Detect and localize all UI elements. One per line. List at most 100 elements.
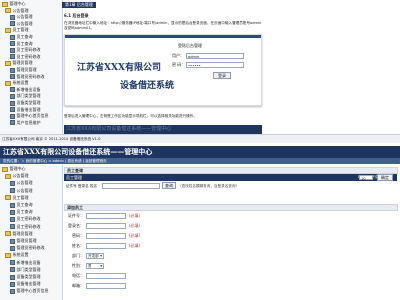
user-input-value: admin bbox=[188, 55, 200, 59]
tree-node-16[interactable]: 设备类型管理 bbox=[0, 274, 41, 280]
tree-node-label: 设备借出管理 bbox=[16, 106, 41, 112]
folder-icon bbox=[5, 173, 11, 179]
tree-node-label: 员工查询 bbox=[16, 202, 33, 207]
tree-node-14[interactable]: 新增借出设备 bbox=[0, 87, 41, 93]
password-input[interactable]: •••••• bbox=[186, 62, 244, 68]
tree-node-17[interactable]: 设备借出管理 bbox=[0, 281, 41, 287]
form-label-7: 电话： bbox=[72, 273, 84, 278]
tree-node-10[interactable]: 管理员管理 bbox=[0, 60, 33, 66]
system-name: 设备借还系统 bbox=[120, 81, 175, 91]
top-content: 6.1 后台登录 在浏览器地址栏中输入地址：http://服务器IP地址:端口号… bbox=[64, 10, 262, 134]
tree-node-12[interactable]: 管理员密码修改 bbox=[0, 74, 45, 80]
tree-node-4[interactable]: 公告管理 bbox=[0, 21, 33, 27]
tree-node-8[interactable]: 员工密码修改 bbox=[0, 216, 41, 222]
page-icon bbox=[10, 93, 15, 99]
query-panel-title: 员工查询 bbox=[64, 167, 398, 174]
tree-node-19[interactable]: 用户信息维护 bbox=[0, 120, 41, 126]
tree-node-1[interactable]: 管理中心 bbox=[0, 1, 26, 7]
tree-node-label: 管理员管理 bbox=[16, 67, 37, 72]
tree-node-4[interactable]: 公告管理 bbox=[0, 188, 33, 194]
user-input[interactable]: admin bbox=[186, 53, 244, 59]
form-input-7[interactable] bbox=[86, 273, 126, 279]
add-form: 证件号： (必填) 登录名： (必填) 密码： (必填) 姓名： (必填) 部门： 开发部 ▾ 性别：… bbox=[64, 211, 397, 300]
chevron-down-icon: ▾ bbox=[100, 254, 102, 258]
tree-node-5[interactable]: 员工管理 bbox=[0, 195, 29, 201]
page-icon bbox=[10, 120, 15, 126]
login-button[interactable]: 登录 bbox=[213, 72, 231, 79]
tree-node-18[interactable]: 管理中心首页信息 bbox=[0, 113, 49, 119]
tree-node-16[interactable]: 设备类型管理 bbox=[0, 100, 41, 106]
page-icon bbox=[10, 74, 15, 80]
breadcrumb[interactable]: 您的位置：＞ 我的管理中心 > admin | 退出系统 | 返回管理首页 bbox=[3, 158, 107, 164]
page-icon bbox=[10, 216, 15, 222]
tree-node-label: 系统设置 bbox=[12, 252, 29, 258]
form-input-2[interactable] bbox=[86, 223, 126, 229]
chevron-down-icon: ▾ bbox=[100, 264, 102, 268]
form-input-3[interactable] bbox=[86, 233, 126, 239]
tree-node-9[interactable]: 员工密码修改 bbox=[0, 54, 41, 60]
page-icon bbox=[10, 41, 15, 47]
tree-node-2[interactable]: 公告管理 bbox=[0, 8, 29, 14]
tree-node-label: 员工管理 bbox=[12, 27, 29, 33]
tree-node-3[interactable]: 公告管理 bbox=[0, 14, 33, 20]
query-input[interactable] bbox=[102, 183, 160, 189]
form-select-5[interactable]: 开发部 ▾ bbox=[86, 253, 104, 259]
tree-node-12[interactable]: 管理员密码修改 bbox=[0, 245, 45, 251]
tree-node-10[interactable]: 管理员管理 bbox=[0, 231, 33, 237]
tree-node-8[interactable]: 员工密码修改 bbox=[0, 47, 41, 53]
tree-node-label: 管理中心首页信息 bbox=[16, 113, 49, 119]
top-footer: 江苏省XXX有限公司 南京 © 2011-2015 设备借还系统 V1.0 bbox=[0, 134, 400, 143]
tree-node-label: 管理员密码修改 bbox=[16, 73, 45, 79]
tree-node-label: 管理中心首页信息 bbox=[16, 288, 49, 294]
page-icon bbox=[10, 87, 15, 93]
add-panel-title: 添加员工 bbox=[64, 204, 398, 211]
tree-node-label: 管理中心 bbox=[9, 166, 26, 171]
form-label-4: 姓名： bbox=[72, 243, 84, 248]
section-title: 6.1 后台登录 bbox=[64, 13, 89, 18]
tree-node-1[interactable]: 管理中心 bbox=[0, 166, 26, 172]
top-tab[interactable]: 第1章 后台管理 bbox=[62, 2, 96, 8]
tree-node-label: 管理员管理 bbox=[12, 60, 33, 66]
tree-node-6[interactable]: 员工查询 bbox=[0, 34, 33, 40]
tree-node-label: 部门类型管理 bbox=[16, 93, 41, 99]
tree-node-15[interactable]: 部门类型管理 bbox=[0, 93, 41, 99]
page-size-confirm-button[interactable]: 确定 bbox=[377, 174, 393, 181]
query-label: 证件号 登录名 姓名 bbox=[66, 184, 98, 188]
header-bar: 江苏省XXX有限公司设备借还系统——管理中心 bbox=[0, 146, 400, 158]
tree-node-17[interactable]: 设备借出管理 bbox=[0, 107, 41, 113]
tree-node-7[interactable]: 员工查询 bbox=[0, 209, 33, 215]
page-icon bbox=[10, 21, 15, 27]
query-hint: （查找姓名模糊查询，及登录名查询） bbox=[178, 184, 240, 188]
user-label: 用户： bbox=[172, 53, 184, 58]
tree-node-18[interactable]: 管理中心首页信息 bbox=[0, 288, 49, 294]
page-icon bbox=[10, 100, 15, 106]
form-select-6[interactable]: 男 ▾ bbox=[86, 263, 104, 269]
page-size-input[interactable]: 10 bbox=[359, 175, 373, 181]
folder-icon bbox=[5, 231, 11, 237]
tree-node-3[interactable]: 公告管理 bbox=[0, 180, 33, 186]
page-size-value: 10 bbox=[361, 177, 366, 181]
form-input-8[interactable] bbox=[86, 283, 126, 289]
tree-node-11[interactable]: 管理员管理 bbox=[0, 238, 37, 244]
folder-icon bbox=[5, 8, 11, 14]
tree-node-2[interactable]: 公告管理 bbox=[0, 173, 29, 179]
tree-node-15[interactable]: 部门类型管理 bbox=[0, 267, 41, 273]
tree-node-7[interactable]: 员工查询 bbox=[0, 41, 33, 47]
folder-icon bbox=[2, 166, 8, 172]
tree-node-5[interactable]: 员工管理 bbox=[0, 27, 29, 33]
query-button[interactable]: 查询 bbox=[162, 182, 176, 189]
page-icon bbox=[10, 260, 15, 266]
tree-node-14[interactable]: 新增借出设备 bbox=[0, 260, 41, 266]
tree-node-label: 员工密码修改 bbox=[16, 47, 41, 53]
tree-node-label: 管理员密码修改 bbox=[16, 245, 45, 251]
caption: 登录后进入管理中心，左侧是工作区功能显示导航栏，可以选择相关功能进行操作。 bbox=[64, 114, 197, 118]
tree-node-9[interactable]: 员工密码修改 bbox=[0, 224, 41, 230]
form-input-4[interactable] bbox=[86, 243, 126, 249]
tree-node-11[interactable]: 管理员管理 bbox=[0, 67, 37, 73]
tree-node-13[interactable]: 系统设置 bbox=[0, 80, 29, 86]
tree-node-13[interactable]: 系统设置 bbox=[0, 252, 29, 258]
login-card-top-strip bbox=[65, 35, 261, 38]
tree-node-6[interactable]: 员工查询 bbox=[0, 202, 33, 208]
tree-node-label: 员工查询 bbox=[16, 40, 33, 46]
form-input-1[interactable] bbox=[86, 213, 126, 219]
